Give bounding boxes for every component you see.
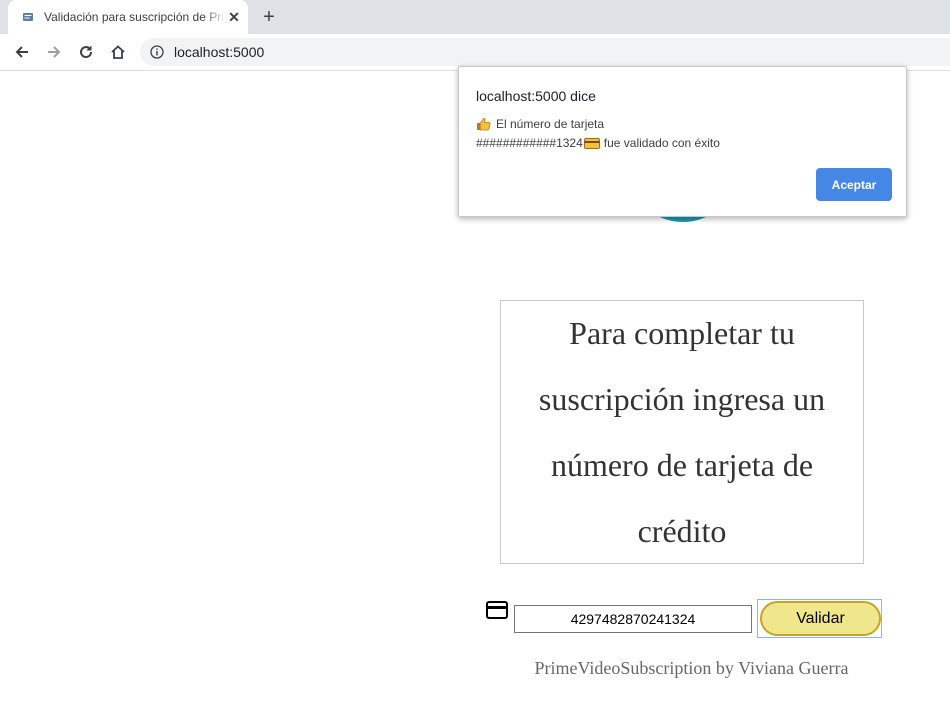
masked-card-number: ############1324 (476, 136, 583, 150)
card-number-input[interactable] (514, 605, 752, 633)
credit-card-icon (486, 601, 508, 619)
alert-dialog: localhost:5000 dice El número de tarjeta… (458, 66, 907, 217)
alert-message-line2: ############1324 fue validado con éxito (476, 136, 720, 150)
close-icon[interactable]: ✕ (226, 9, 242, 25)
home-icon[interactable] (107, 41, 129, 63)
alert-message-line1: El número de tarjeta (476, 117, 604, 131)
favicon-icon (23, 13, 33, 21)
thumbs-up-icon (477, 118, 491, 131)
tab-title: Validación para suscripción de Pri (44, 10, 224, 24)
reload-icon[interactable] (75, 41, 97, 63)
tab-title-fade (204, 6, 226, 28)
info-icon[interactable] (150, 45, 164, 59)
footer: PrimeVideoSubscription by Viviana Guerra (0, 658, 950, 679)
forward-icon[interactable] (43, 41, 65, 63)
alert-line1-text: El número de tarjeta (496, 117, 605, 131)
accept-button[interactable]: Aceptar (816, 168, 892, 201)
tab-strip: Validación para suscripción de Pri ✕ + (0, 0, 950, 34)
footer-text: PrimeVideoSubscription by Viviana Guerra (534, 658, 849, 678)
new-tab-icon[interactable]: + (258, 6, 280, 28)
url-text[interactable]: localhost:5000 (174, 44, 264, 60)
back-icon[interactable] (11, 41, 33, 63)
validate-button[interactable]: Validar (760, 601, 881, 636)
message-box: Para completar tu suscripción ingresa un… (500, 300, 864, 564)
message-text: Para completar tu suscripción ingresa un… (538, 315, 826, 549)
alert-line2-text: fue validado con éxito (603, 136, 720, 150)
card-emoji-icon (583, 137, 600, 149)
tab-active[interactable]: Validación para suscripción de Pri ✕ (8, 0, 248, 34)
address-bar[interactable]: localhost:5000 (140, 38, 950, 66)
alert-origin: localhost:5000 dice (476, 88, 596, 104)
